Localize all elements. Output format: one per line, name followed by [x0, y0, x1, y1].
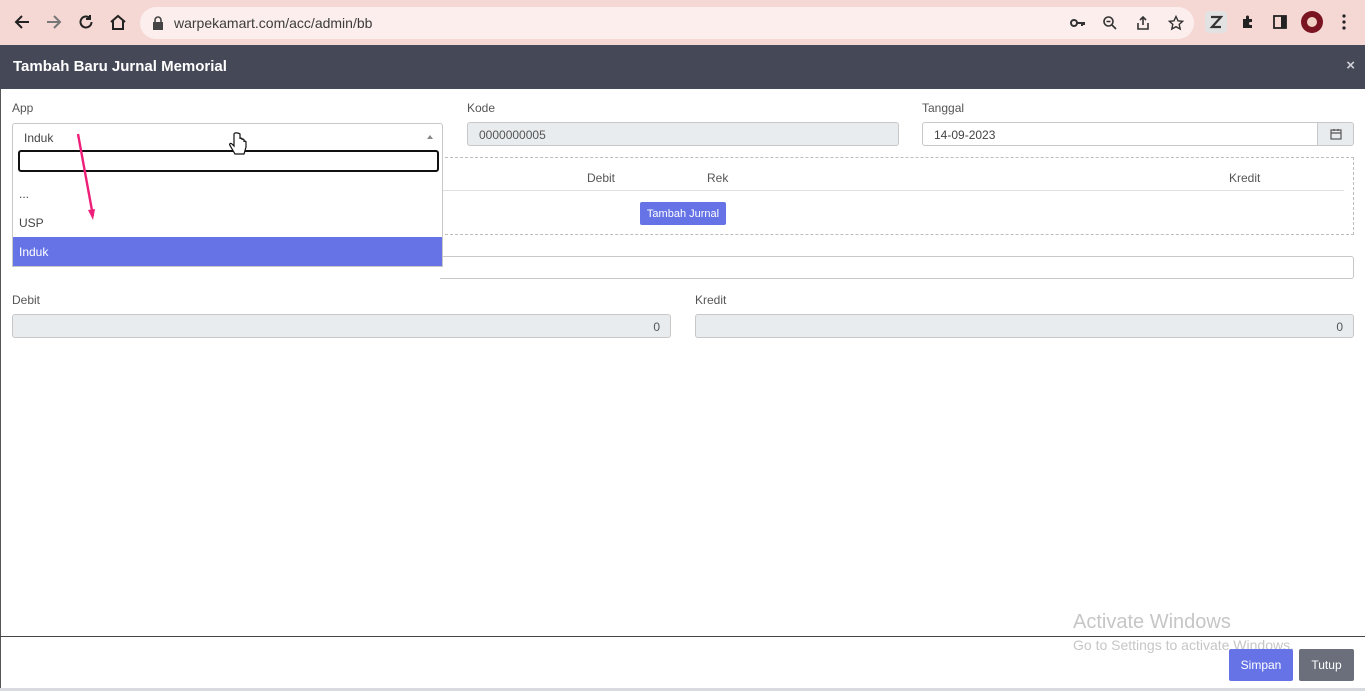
url-text[interactable]: warpekamart.com/acc/admin/bb	[174, 15, 372, 31]
dropdown-option-label: Induk	[19, 245, 49, 259]
tanggal-value: 14-09-2023	[934, 128, 996, 142]
reload-button[interactable]	[75, 11, 97, 33]
app-label: App	[12, 101, 34, 115]
journal-header-divider	[440, 190, 1344, 191]
close-button[interactable]: Tutup	[1299, 649, 1354, 681]
home-icon	[110, 14, 126, 30]
zotero-extension-icon[interactable]	[1205, 11, 1227, 33]
bookmark-star-icon[interactable]	[1168, 15, 1184, 31]
extensions-puzzle-icon[interactable]	[1238, 12, 1258, 32]
tanggal-label: Tanggal	[922, 101, 965, 115]
modal-close-icon[interactable]: ×	[1346, 57, 1355, 74]
caret-up-icon	[427, 135, 433, 139]
lock-icon[interactable]	[150, 15, 166, 31]
back-button[interactable]	[11, 11, 33, 33]
tanggal-field[interactable]: 14-09-2023	[922, 122, 1318, 146]
journal-header-kredit: Kredit	[1229, 171, 1261, 185]
note-field[interactable]	[440, 256, 1354, 279]
forward-button[interactable]	[43, 11, 65, 33]
app-select-value: Induk	[24, 131, 54, 145]
journal-header-rek: Rek	[707, 171, 729, 185]
dropdown-option-label: ...	[19, 187, 30, 201]
avatar-face-icon	[1307, 17, 1317, 27]
kredit-total-value: 0	[1336, 320, 1343, 334]
hand-cursor-icon	[229, 132, 247, 155]
windows-watermark-title: Activate Windows	[1073, 611, 1231, 633]
modal-header: Tambah Baru Jurnal Memorial ×	[0, 45, 1365, 89]
forward-arrow-icon	[47, 15, 62, 29]
debit-total-value: 0	[653, 320, 660, 334]
dropdown-option-label: USP	[19, 216, 44, 230]
reload-icon	[79, 15, 93, 29]
kredit-total-field[interactable]: 0	[695, 314, 1354, 338]
chrome-menu-icon[interactable]	[1334, 12, 1354, 32]
share-icon[interactable]	[1135, 15, 1151, 31]
save-button[interactable]: Simpan	[1229, 649, 1293, 681]
address-bar[interactable]: warpekamart.com/acc/admin/bb	[140, 7, 1194, 39]
journal-table	[440, 157, 1354, 235]
browser-toolbar: warpekamart.com/acc/admin/bb	[0, 0, 1365, 45]
kode-label: Kode	[467, 101, 496, 115]
side-panel-icon[interactable]	[1270, 12, 1290, 32]
modal-title: Tambah Baru Jurnal Memorial	[13, 58, 227, 75]
zoom-icon[interactable]	[1102, 15, 1118, 31]
add-journal-button[interactable]: Tambah Jurnal	[640, 202, 726, 225]
key-icon[interactable]	[1070, 15, 1086, 31]
kode-value: 0000000005	[479, 128, 546, 142]
annotation-arrow-icon	[76, 133, 95, 220]
modal-left-border	[0, 89, 1, 689]
modal-footer-divider	[0, 636, 1365, 637]
profile-avatar[interactable]	[1301, 11, 1323, 33]
calendar-button[interactable]	[1317, 122, 1354, 146]
debit-label: Debit	[12, 293, 41, 307]
calendar-icon	[1329, 129, 1342, 140]
journal-header-debit: Debit	[587, 171, 616, 185]
kode-field[interactable]: 0000000005	[467, 122, 899, 146]
kredit-label: Kredit	[695, 293, 727, 307]
back-arrow-icon	[14, 15, 29, 29]
dropdown-option-selected[interactable]: Induk	[13, 237, 442, 266]
debit-total-field[interactable]: 0	[12, 314, 671, 338]
home-button[interactable]	[107, 11, 129, 33]
